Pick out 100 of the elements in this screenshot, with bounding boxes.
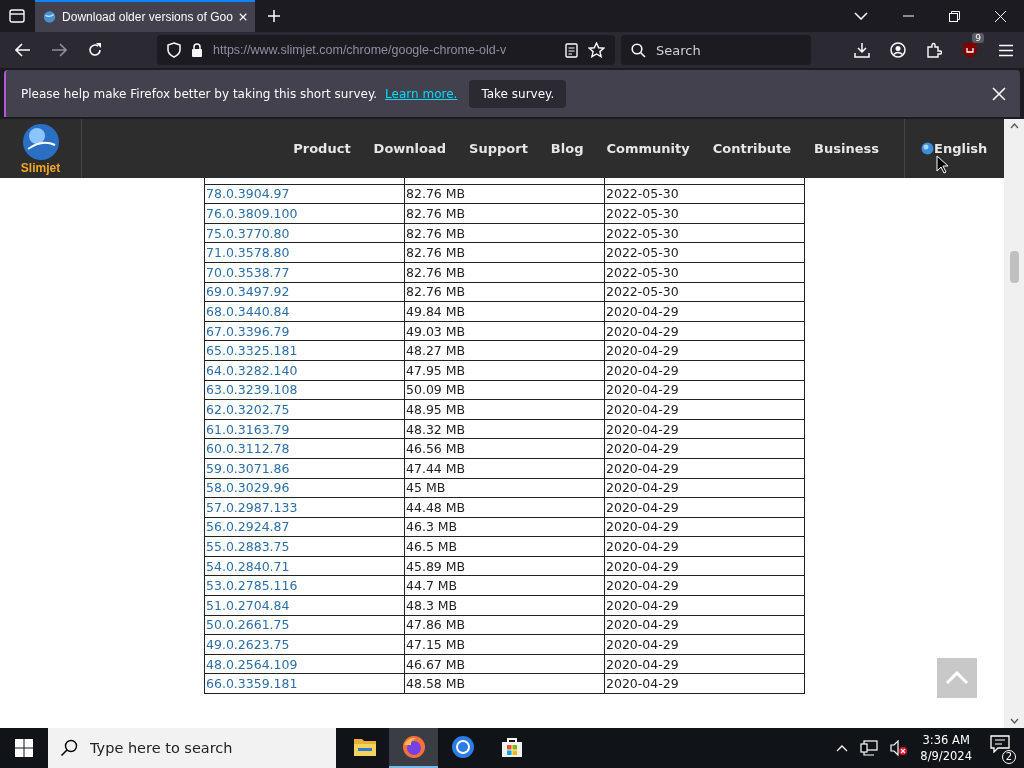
size-cell: 82.76 MB (404, 262, 605, 283)
firefox-taskbar-button[interactable] (389, 728, 438, 768)
size-cell: 82.76 MB (404, 242, 605, 263)
nav-link[interactable]: Community (606, 141, 690, 156)
size-cell: 46.56 MB (404, 438, 605, 459)
date-cell: 2022-05-30 (604, 223, 805, 243)
scrollbar-thumb[interactable] (1009, 251, 1019, 283)
size-cell: 46.67 MB (404, 654, 605, 674)
date-cell: 2020-04-29 (604, 399, 805, 420)
date-cell: 2020-04-29 (604, 360, 805, 381)
date-cell: 2020-04-29 (604, 380, 805, 400)
network-icon[interactable] (860, 740, 879, 756)
size-cell: 45.89 MB (404, 556, 605, 576)
search-icon (60, 739, 78, 757)
puzzle-icon[interactable] (926, 42, 942, 58)
notification-center-button[interactable]: 2 (984, 732, 1016, 764)
date-cell: 2020-04-29 (604, 419, 805, 439)
reader-view-icon[interactable] (565, 42, 578, 58)
url-text: https://www.slimjet.com/chrome/google-chrome-old-v (213, 43, 508, 57)
date-cell: 2020-04-29 (604, 595, 805, 616)
size-cell: 48.3 MB (404, 595, 605, 616)
size-cell: 49.03 MB (404, 321, 605, 341)
date-cell: 2020-04-29 (604, 615, 805, 635)
tab-list-icon[interactable] (9, 9, 25, 23)
nav-link[interactable]: Product (293, 141, 351, 156)
nav-link[interactable]: Support (469, 141, 528, 156)
folder-icon (352, 737, 377, 757)
size-cell: 46.5 MB (404, 536, 605, 557)
take-survey-button[interactable]: Take survey. (469, 79, 567, 108)
nav-link[interactable]: Blog (550, 141, 584, 156)
size-cell: 48.58 MB (404, 673, 605, 694)
size-cell: 47.95 MB (404, 360, 605, 381)
restore-icon[interactable] (949, 10, 960, 22)
nav-link[interactable]: Contribute (712, 141, 792, 156)
size-cell: 47.86 MB (404, 615, 605, 635)
lock-icon (191, 42, 203, 58)
scroll-down-icon[interactable] (1009, 718, 1019, 724)
size-cell: 48.27 MB (404, 340, 605, 361)
size-cell: 47.15 MB (404, 634, 605, 655)
search-field[interactable]: Type here to search (88, 739, 336, 757)
account-icon[interactable] (890, 42, 906, 58)
date-cell: 2020-04-29 (604, 634, 805, 655)
chevron-up-icon[interactable] (836, 744, 849, 752)
date-cell: 2020-04-29 (604, 517, 805, 537)
new-tab-icon[interactable] (267, 9, 281, 23)
caret-up-icon (945, 671, 969, 685)
date-cell: 2020-04-29 (604, 654, 805, 674)
clock-time[interactable]: 3:36 AM (922, 732, 970, 748)
size-cell: 48.95 MB (404, 399, 605, 420)
language-link[interactable]: English (934, 141, 988, 156)
menu-icon[interactable] (998, 43, 1014, 57)
learn-more-link[interactable]: Learn more. (385, 86, 458, 101)
scroll-up-icon[interactable] (1009, 123, 1019, 129)
date-cell: 2022-05-30 (604, 262, 805, 283)
date-cell: 2020-04-29 (604, 321, 805, 341)
search-field[interactable]: Search (654, 41, 801, 59)
date-cell: 2022-05-30 (604, 184, 805, 204)
mouse-cursor-icon (936, 155, 948, 174)
reload-icon[interactable] (87, 42, 103, 58)
size-cell: 82.76 MB (404, 282, 605, 302)
clock-date[interactable]: 8/9/2024 (920, 748, 972, 764)
address-bar[interactable]: https://www.slimjet.com/chrome/google-chrome-old-v (157, 35, 615, 65)
date-cell: 2020-04-29 (604, 575, 805, 596)
forward-arrow-icon[interactable] (51, 43, 67, 57)
size-cell: 44.48 MB (404, 497, 605, 518)
date-cell: 2020-04-29 (604, 340, 805, 361)
nav-link[interactable]: Download (373, 141, 447, 156)
shield-icon[interactable] (962, 41, 978, 59)
size-cell: 45 MB (404, 478, 605, 498)
size-cell: 82.76 MB (404, 223, 605, 243)
chevron-down-icon[interactable] (854, 12, 868, 20)
date-cell: 2020-04-29 (604, 478, 805, 498)
star-icon[interactable] (588, 42, 605, 58)
back-arrow-icon[interactable] (15, 43, 31, 57)
search-bar[interactable]: Search (621, 35, 811, 65)
date-cell: 2020-04-29 (604, 458, 805, 478)
chat-bubble-icon (990, 735, 1010, 753)
size-cell: 50.09 MB (404, 380, 605, 400)
logo-text[interactable]: Slimjet (20, 160, 61, 175)
date-cell: 2020-04-29 (604, 497, 805, 518)
search-icon (631, 42, 646, 58)
count-badge: 9 (972, 33, 984, 43)
size-cell: 82.76 MB (404, 203, 605, 224)
search-bar[interactable]: Type here to search (48, 728, 336, 768)
size-cell: 47.44 MB (404, 458, 605, 478)
close-icon[interactable] (992, 86, 1006, 101)
download-icon[interactable] (854, 42, 870, 58)
browser-tab[interactable]: Download older versions of Goo (35, 0, 255, 32)
windows-logo-icon (15, 739, 33, 757)
date-cell: 2022-05-30 (604, 242, 805, 263)
size-cell: 49.84 MB (404, 301, 605, 322)
size-cell: 46.3 MB (404, 517, 605, 537)
close-icon[interactable] (995, 10, 1006, 22)
date-cell: 2020-04-29 (604, 673, 805, 694)
size-cell: 82.76 MB (404, 184, 605, 204)
speaker-muted-icon[interactable] (890, 740, 909, 756)
date-cell: 2020-04-29 (604, 438, 805, 459)
nav-link[interactable]: Business (814, 141, 879, 156)
close-icon[interactable] (238, 12, 247, 22)
store-icon (499, 735, 524, 759)
